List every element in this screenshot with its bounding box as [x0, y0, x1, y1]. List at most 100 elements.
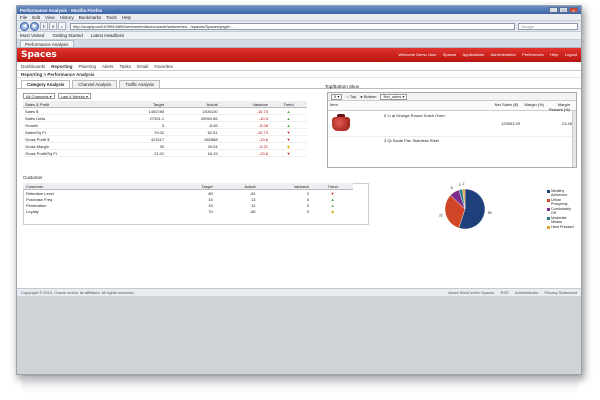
- table-row[interactable]: Gross Margin 30 29.04 -0.21 ◆: [23, 142, 307, 150]
- target-value: 70: [208, 208, 213, 214]
- bookmark-most-visited[interactable]: Most Visited: [20, 33, 44, 38]
- stop-icon[interactable]: ✕: [49, 22, 57, 30]
- filters: All Channels ▾ Last 4 Weeks ▾: [23, 93, 94, 99]
- maximize-button[interactable]: □: [559, 7, 568, 13]
- link-privacy[interactable]: Privacy Statement: [545, 290, 577, 295]
- link-about[interactable]: About WebCenter Spaces: [448, 290, 494, 295]
- app-logo[interactable]: Spaces: [21, 50, 393, 60]
- legend-swatch: [547, 207, 550, 211]
- col-margin: Margin (%): [524, 102, 544, 107]
- legend-item: Wealthy Achievers: [547, 189, 575, 197]
- trend-up-icon: ▲: [286, 108, 291, 114]
- topbottom-toolbar: 5 ▾ ○ Top ● Bottom Net_sales ▾: [328, 93, 576, 101]
- dutch-oven-image: [332, 114, 350, 131]
- menu-edit[interactable]: Edit: [32, 15, 40, 20]
- nav-dashboards[interactable]: Dashboards: [21, 64, 45, 69]
- period-select[interactable]: Last 4 Weeks ▾: [57, 93, 91, 99]
- radio-top[interactable]: ○ Top: [346, 94, 356, 99]
- browser-tab[interactable]: Performance Analysis: [20, 40, 74, 47]
- target-value: 70.02: [115, 128, 167, 136]
- link-preferences[interactable]: Preferences: [522, 52, 544, 57]
- channel-select[interactable]: All Channels ▾: [23, 93, 55, 99]
- table-row[interactable]: Growth 3 -5.06 -5.06 ▲: [23, 121, 307, 129]
- menu-bookmarks[interactable]: Bookmarks: [79, 15, 102, 20]
- bookmark-getting-started[interactable]: Getting Started: [52, 33, 82, 38]
- nav-reporting[interactable]: Reporting: [51, 64, 72, 69]
- item-net-sales: 125593.29: [501, 121, 520, 126]
- nav-tasks[interactable]: Tasks: [120, 64, 132, 69]
- metric-name: Gross Profit/Sq Ft: [23, 149, 116, 157]
- trend-cell: ▲: [269, 107, 307, 115]
- actual-value: 25994.66: [166, 114, 220, 122]
- nav-favorites[interactable]: Favorites: [154, 64, 173, 69]
- legend-item: Moderate Means: [547, 216, 575, 224]
- top-label: Top: [349, 94, 357, 99]
- forward-icon[interactable]: ▶: [30, 21, 39, 31]
- minimize-button[interactable]: _: [549, 7, 558, 13]
- radio-bottom[interactable]: ● Bottom: [360, 94, 376, 99]
- table-row[interactable]: Loyalty 70 -65 0 ◆: [23, 208, 353, 214]
- home-icon[interactable]: ⌂: [58, 22, 66, 30]
- link-help[interactable]: Help: [550, 52, 558, 57]
- legend-label: Urban Prosperity: [551, 198, 568, 206]
- table-row[interactable]: Sales Units 27921.1 25994.66 -10.3 ▲: [23, 114, 307, 122]
- legend-swatch: [547, 216, 550, 220]
- variance-value: -0.21: [219, 142, 270, 150]
- topbottom-row[interactable]: 3 Qt Saute Pan Stainless Steel: [328, 137, 576, 149]
- table-row[interactable]: Gross Profit $423117 382888 -13.6 ▼: [23, 135, 307, 143]
- legend-label: Moderate Means: [551, 216, 567, 224]
- legend-label: Hard Pressed: [551, 225, 574, 229]
- actual-value: 18.15: [166, 149, 220, 157]
- nav-email[interactable]: Email: [137, 64, 148, 69]
- trend-cell: ▲: [269, 114, 307, 122]
- bookmarks-toolbar: Most Visited Getting Started Latest Head…: [17, 32, 581, 40]
- table-row[interactable]: Sales $1400780 1300130 -10.73 ▲: [23, 107, 307, 115]
- address-bar[interactable]: http://oraphpom010999:6800/webcenter/fac…: [70, 22, 515, 30]
- close-button[interactable]: ×: [569, 7, 578, 13]
- menu-view[interactable]: View: [45, 15, 55, 20]
- trend-cell: ▲: [269, 121, 307, 129]
- bookmark-latest-headlines[interactable]: Latest Headlines: [91, 33, 125, 38]
- actual-value: 62.51: [166, 128, 220, 136]
- variance-value: -10.73: [219, 107, 270, 115]
- link-applications[interactable]: Applications: [462, 52, 484, 57]
- variance-value: -13.6: [219, 135, 270, 143]
- variance-value: 0: [307, 208, 310, 214]
- trend-cell: ◆: [269, 142, 307, 150]
- menu-tools[interactable]: Tools: [106, 15, 117, 20]
- nav-alerts[interactable]: Alerts: [102, 64, 114, 69]
- tab-category-analysis[interactable]: Category Analysis: [21, 80, 71, 88]
- link-rss[interactable]: RSS: [500, 290, 508, 295]
- tab-traffic-analysis[interactable]: Traffic Analysis: [119, 80, 160, 88]
- link-administration[interactable]: Administration: [490, 52, 515, 57]
- item-margin: [520, 111, 546, 136]
- metric-name: Gross Margin: [23, 142, 116, 150]
- back-icon[interactable]: ◀: [20, 21, 29, 31]
- actual-value: 1300130: [166, 107, 220, 115]
- legend-swatch: [547, 189, 550, 193]
- footer-links: About WebCenter Spaces RSS Administrator…: [443, 290, 577, 295]
- topbottom-row[interactable]: 5 ¼ qt Orange Round Dutch Oven 125593.29…: [328, 111, 576, 137]
- breadcrumb: Reporting > Performance Analysis: [17, 71, 581, 78]
- target-value: 30: [115, 142, 167, 150]
- search-input[interactable]: Google: [518, 22, 578, 30]
- link-administrator[interactable]: Administrator: [515, 290, 539, 295]
- measure-select[interactable]: Net_sales ▾: [380, 93, 408, 100]
- tab-channel-analysis[interactable]: Channel Analysis: [72, 80, 118, 88]
- table-row[interactable]: Gross Profit/Sq Ft 21.01 18.15 -13.6 ▼: [23, 149, 307, 157]
- actual-value: -5.06: [166, 121, 220, 129]
- menu-history[interactable]: History: [60, 15, 74, 20]
- reload-icon[interactable]: ↻: [40, 22, 48, 30]
- link-logout[interactable]: Logout: [565, 52, 577, 57]
- app-header: Spaces Welcome Demo User Spaces Applicat…: [17, 48, 581, 62]
- trend-down-icon: ▼: [286, 129, 291, 135]
- variance-value: -13.6: [219, 149, 270, 157]
- menu-file[interactable]: File: [20, 15, 27, 20]
- link-spaces[interactable]: Spaces: [443, 52, 456, 57]
- menu-help[interactable]: Help: [122, 15, 131, 20]
- count-select[interactable]: 5 ▾: [331, 93, 343, 100]
- nav-planning[interactable]: Planning: [79, 64, 97, 69]
- scrollbar[interactable]: [572, 111, 576, 167]
- table-row[interactable]: Sales/Sq Ft 70.02 62.51 -10.73 ▼: [23, 128, 307, 136]
- metric-name: Loyalty: [26, 208, 39, 214]
